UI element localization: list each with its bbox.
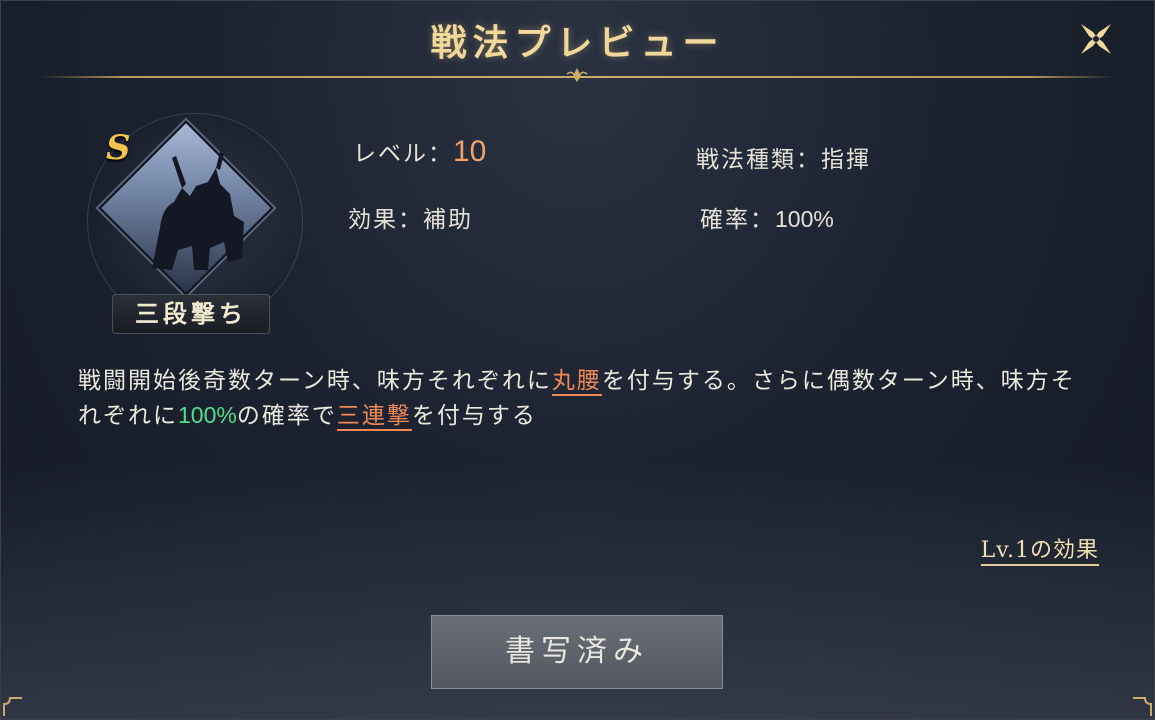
rate-row: 確率：100%: [700, 200, 834, 234]
corner-ornament-icon: [1133, 697, 1152, 716]
skill-icon: S 三段撃ち: [82, 108, 306, 338]
keyword-link-marugoshi[interactable]: 丸腰: [551, 368, 602, 396]
type-label: 戦法種類：: [696, 147, 821, 173]
effect-row: 効果：補助: [348, 200, 473, 234]
title-ornament-icon: [566, 68, 588, 82]
rate-value: 100%: [775, 206, 834, 232]
description-text: の確率で: [236, 403, 337, 429]
corner-ornament-icon: [3, 697, 22, 716]
description-text: を付与する: [411, 403, 537, 429]
level-label: レベル：: [353, 141, 453, 167]
description-text: 戦闘開始後奇数ターン時、味方それぞれに: [78, 368, 552, 394]
effect-label: 効果：: [348, 207, 423, 233]
lv1-effect-link[interactable]: Lv.1の効果: [980, 532, 1099, 566]
keyword-link-sanrengeki[interactable]: 三連撃: [336, 403, 412, 431]
type-value: 指揮: [821, 147, 871, 173]
skill-description: 戦闘開始後奇数ターン時、味方それぞれに丸腰を付与する。さらに偶数ターン時、味方そ…: [78, 364, 1088, 433]
skill-name-plate: 三段撃ち: [112, 294, 270, 334]
skill-grade-badge: S: [106, 128, 131, 168]
close-icon[interactable]: [1075, 18, 1117, 60]
level-row: レベル：10: [353, 134, 486, 169]
level-value: 10: [453, 135, 487, 168]
type-row: 戦法種類：指揮: [696, 140, 871, 174]
description-percent: 100%: [178, 402, 237, 428]
rate-label: 確率：: [700, 207, 775, 233]
dialog-title: 戦法プレビュー: [430, 22, 725, 64]
copied-button[interactable]: 書写済み: [431, 615, 723, 689]
skill-silhouette-icon: [152, 152, 244, 270]
effect-value: 補助: [423, 207, 473, 233]
